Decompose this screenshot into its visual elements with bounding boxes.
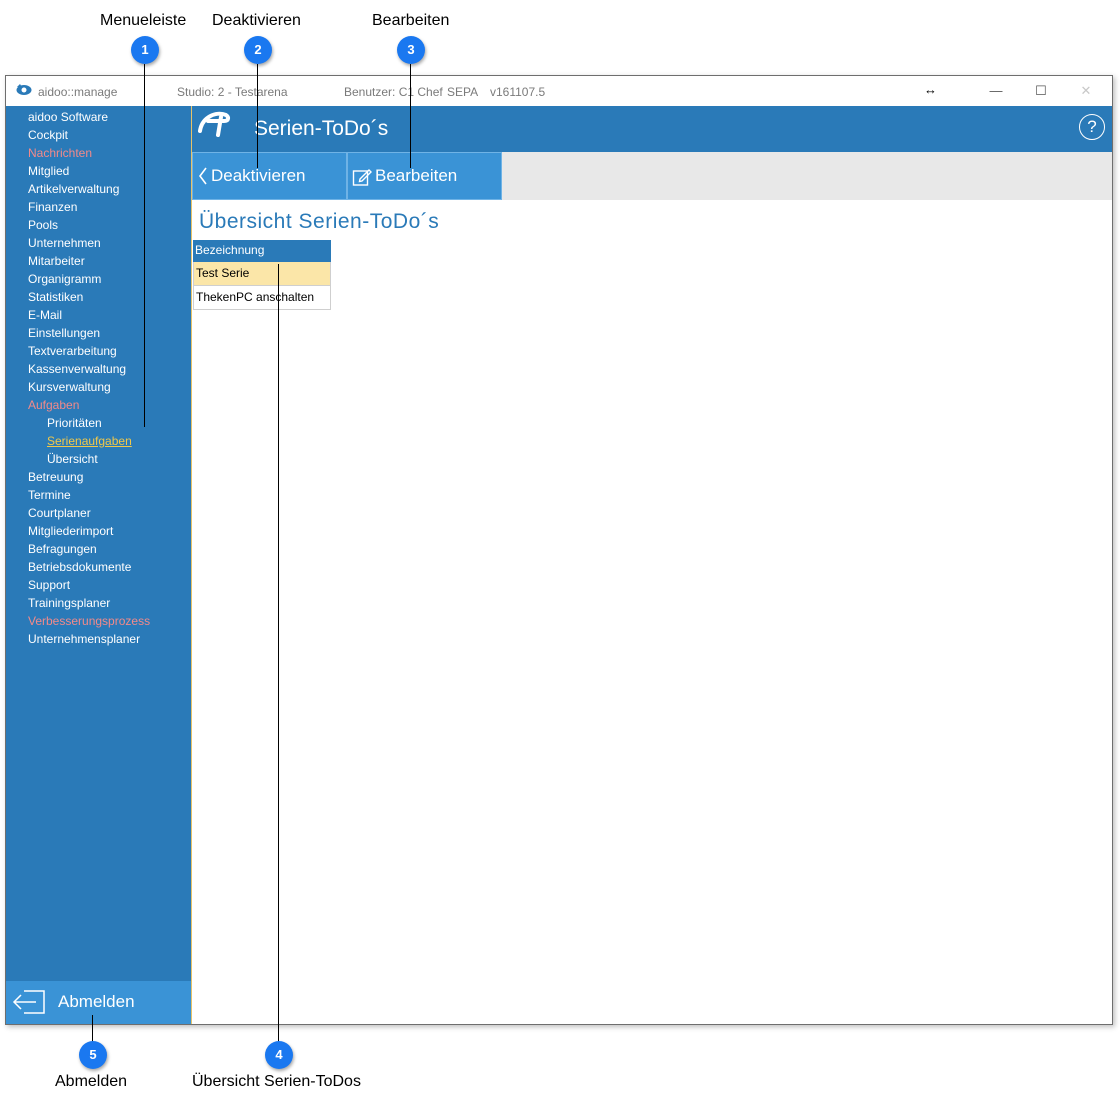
sidebar-item[interactable]: Betriebsdokumente [28,560,131,574]
page-title: Serien-ToDo´s [254,117,389,140]
toolbar: Deaktivieren Bearbeiten [192,152,1112,200]
sidebar-item[interactable]: Organigramm [28,272,101,286]
sidebar-item[interactable]: Mitgliederimport [28,524,113,538]
series-todo-table: Bezeichnung Test Serie ThekenPC anschalt… [193,240,331,310]
callout-badge-5: 5 [79,1041,107,1069]
callout-badge-4: 4 [265,1041,293,1069]
app-name: aidoo::manage [38,85,118,99]
aidoo-logo-icon [198,111,231,137]
callout-label-deaktivieren: Deaktivieren [212,12,301,29]
sidebar-item[interactable]: Unternehmensplaner [28,632,140,646]
callout-badge-1: 1 [131,36,159,64]
edit-icon [352,169,372,186]
sidebar-item[interactable]: Verbesserungsprozess [28,614,150,628]
close-button[interactable]: ✕ [1066,80,1106,102]
callout-label-bearbeiten: Bearbeiten [372,12,450,29]
sidebar-item[interactable]: Trainingsplaner [28,596,110,610]
sidebar-item[interactable]: Einstellungen [28,326,100,340]
sidebar-menu: aidoo Software Cockpit Nachrichten Mitglied… [6,106,192,1024]
sidebar-item[interactable]: Serienaufgaben [47,434,132,448]
page-header: Serien-ToDo´s ? [192,106,1112,152]
resize-icon[interactable]: ↔ [924,82,937,97]
sidebar-item[interactable]: Befragungen [28,542,97,556]
edit-button[interactable]: Bearbeiten [347,152,502,200]
table-row[interactable]: ThekenPC anschalten [193,286,331,310]
callout-label-menueleiste: Menueleiste [100,12,187,29]
sidebar-item[interactable]: Pools [28,218,58,232]
table-row[interactable]: Test Serie [193,262,331,286]
chevron-left-icon [199,167,207,185]
callout-line-4 [278,264,279,1042]
studio-label: Studio: 2 - Testarena [177,85,288,99]
minimize-button[interactable]: — [976,80,1016,102]
callout-badge-3: 3 [397,36,425,64]
sidebar-item[interactable]: Artikelverwaltung [28,182,119,196]
callout-label-abmelden: Abmelden [55,1073,128,1090]
sepa-label: SEPA [447,85,479,99]
sidebar-item[interactable]: aidoo Software [28,110,108,124]
overview-heading: Übersicht Serien-ToDo´s [199,210,440,233]
sidebar-item[interactable]: Aufgaben [28,398,79,412]
deactivate-button[interactable]: Deaktivieren [192,152,347,200]
sidebar-item[interactable]: Courtplaner [28,506,91,520]
edit-label: Bearbeiten [375,166,458,185]
sidebar-item[interactable]: Support [28,578,70,592]
callout-line-2 [257,64,258,168]
title-bar: aidoo::manage Studio: 2 - Testarena Benu… [6,76,1112,106]
sidebar-item[interactable]: Mitglied [28,164,69,178]
sidebar-item[interactable]: Mitarbeiter [28,254,85,268]
maximize-button[interactable]: ☐ [1021,80,1061,102]
app-window: aidoo::manage Studio: 2 - Testarena Benu… [5,75,1113,1025]
logout-arrow-icon [12,990,45,1014]
app-eye-icon [16,84,32,95]
callout-line-1 [144,64,145,427]
sidebar-item[interactable]: Textverarbeitung [28,344,117,358]
sidebar-item[interactable]: Übersicht [47,452,98,466]
table-column-header[interactable]: Bezeichnung [193,240,331,262]
logout-label: Abmelden [58,992,135,1011]
callout-label-uebersicht: Übersicht Serien-ToDos [192,1073,361,1090]
callout-line-3 [410,64,411,168]
sidebar-item[interactable]: Nachrichten [28,146,92,160]
callout-badge-2: 2 [244,36,272,64]
sidebar-item[interactable]: E-Mail [28,308,62,322]
user-label: Benutzer: C1 Chef [344,85,443,99]
sidebar-item[interactable]: Prioritäten [47,416,102,430]
sidebar-item[interactable]: Statistiken [28,290,83,304]
sidebar-item[interactable]: Finanzen [28,200,77,214]
deactivate-label: Deaktivieren [211,166,306,185]
sidebar-item[interactable]: Betreuung [28,470,83,484]
sidebar-item[interactable]: Kursverwaltung [28,380,111,394]
callout-line-5 [92,1015,93,1043]
sidebar-item[interactable]: Kassenverwaltung [28,362,126,376]
sidebar-item[interactable]: Cockpit [28,128,68,142]
sidebar-item[interactable]: Termine [28,488,71,502]
logout-button[interactable]: Abmelden [6,981,191,1024]
version-label: v161107.5 [490,85,546,99]
help-button[interactable]: ? [1079,114,1105,140]
sidebar-item[interactable]: Unternehmen [28,236,101,250]
